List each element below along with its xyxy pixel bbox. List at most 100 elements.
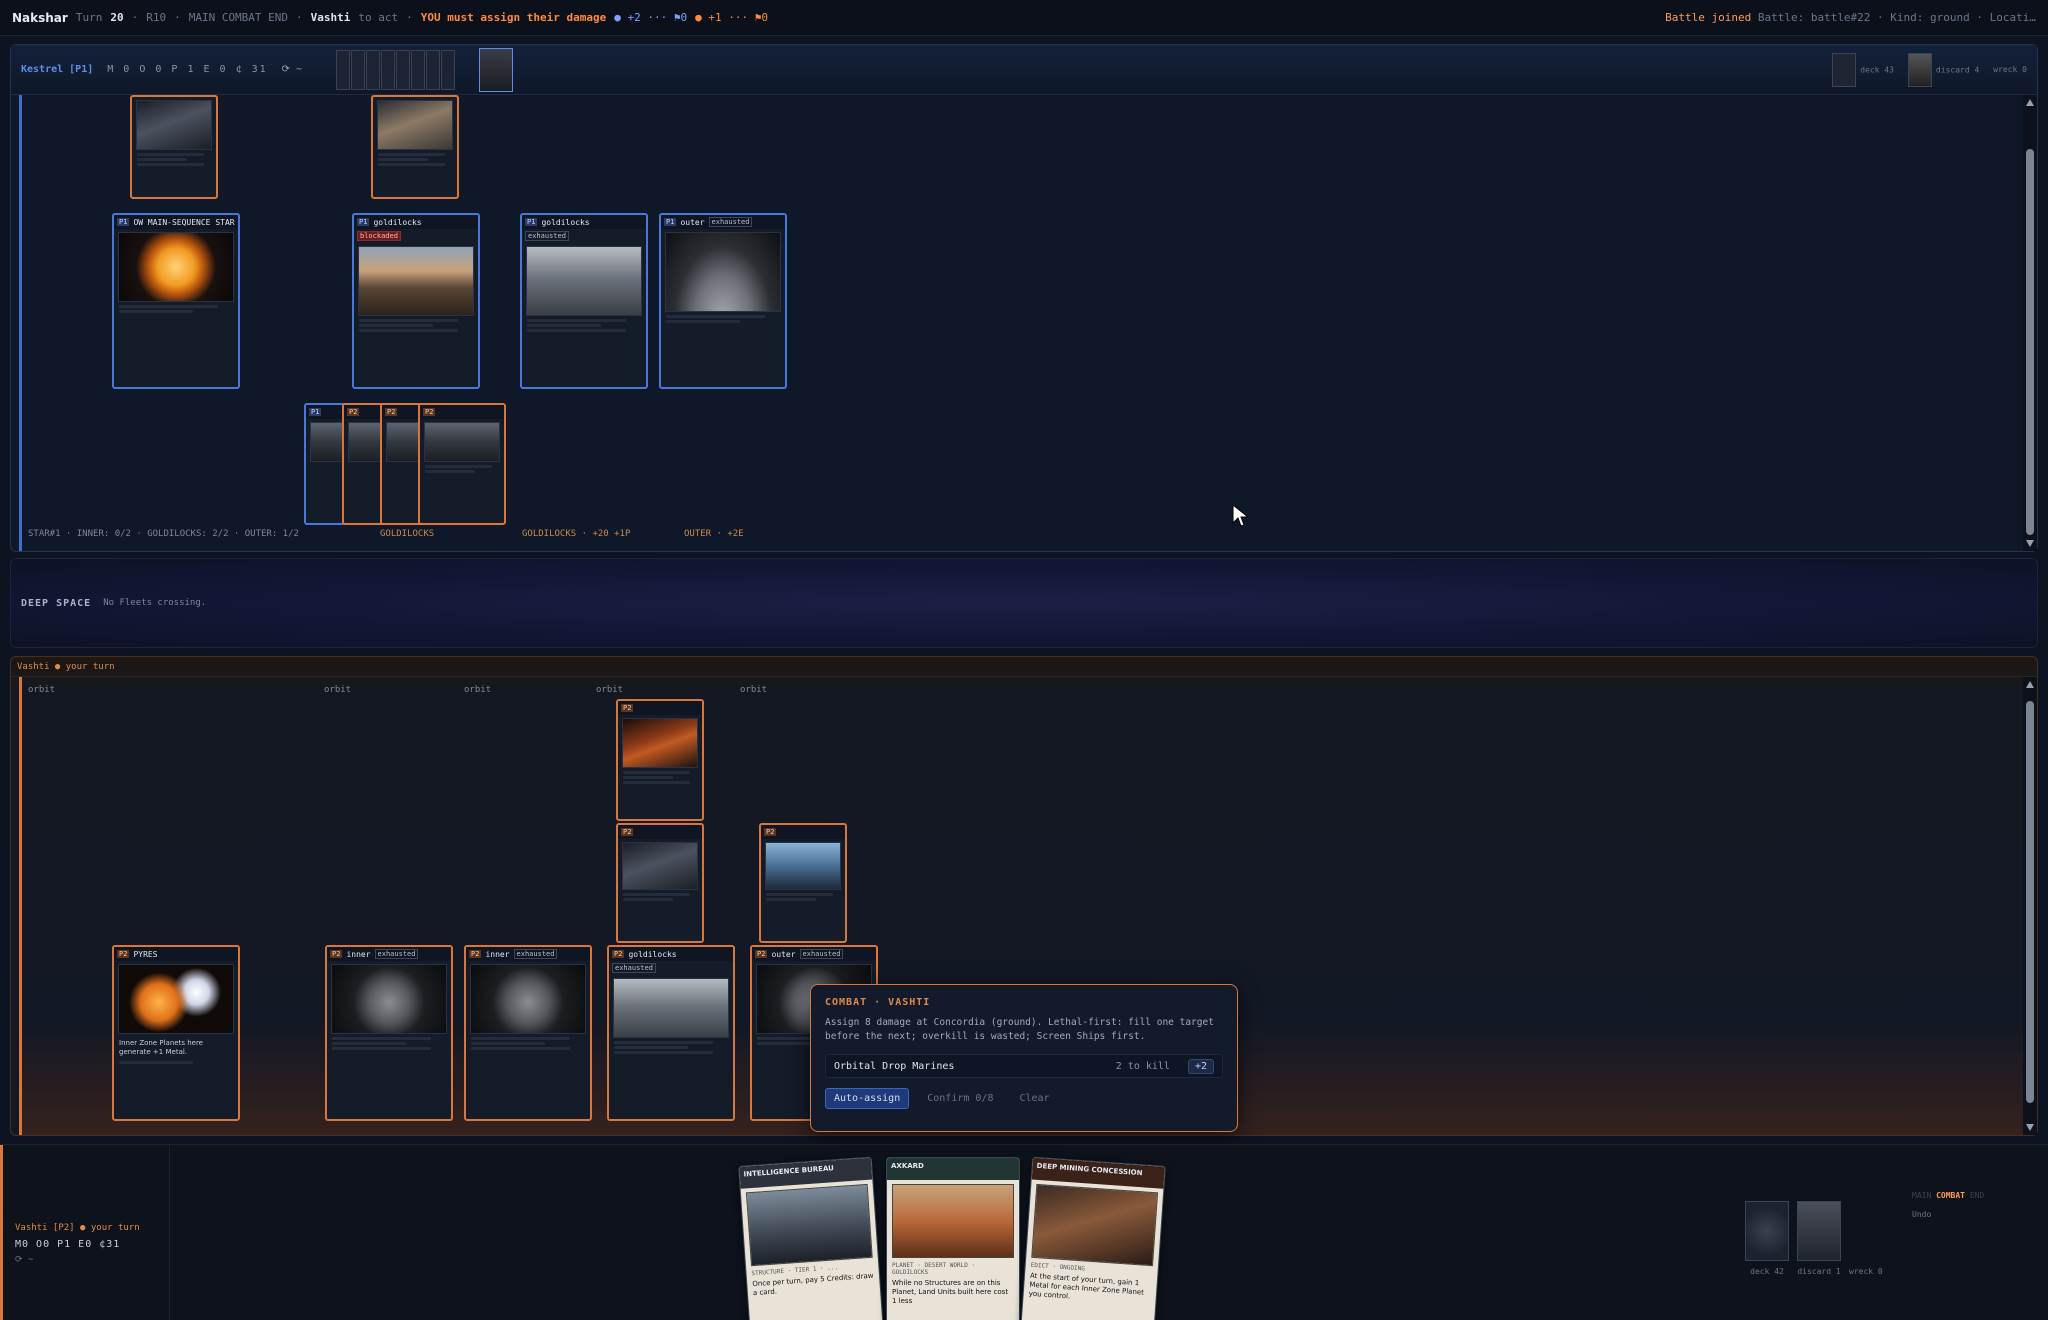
card-art	[331, 964, 447, 1034]
scroll-thumb[interactable]	[2026, 701, 2034, 1103]
orbit-label: orbit	[596, 685, 624, 695]
star-card[interactable]: P1 OW MAIN-SEQUENCE STAR	[112, 213, 240, 389]
zone-label-goldilocks: GOLDILOCKS	[380, 529, 435, 539]
opponent-deck[interactable]: deck 43	[1832, 52, 1894, 87]
planet-card-inner[interactable]: P2 inner exhausted	[464, 945, 592, 1121]
card-art	[765, 842, 841, 890]
card-title: goldilocks	[373, 217, 422, 227]
opponent-hand	[336, 49, 456, 90]
opponent-header: Kestrel [P1] M 0 O 0 P 1 E 0 ¢ 31 ⟳ ~ de…	[11, 45, 2037, 95]
card-art	[622, 842, 698, 890]
player-header: Vashti ● your turn	[11, 657, 2037, 677]
card-title: outer	[771, 949, 796, 959]
hand-card-title: AXKARD	[887, 1158, 1019, 1180]
battle-info: Battle joined Battle: battle#22 · Kind: …	[1665, 11, 2036, 24]
card-art	[377, 100, 453, 150]
opponent-board-scrollbar[interactable]	[2023, 95, 2037, 551]
player-hand-bar: Vashti [P2] ● your turn M0 O0 P1 E0 ¢31 …	[0, 1144, 2048, 1320]
zone-label-outer: OUTER · +2E	[684, 529, 744, 539]
damage-target-row[interactable]: Orbital Drop Marines 2 to kill +2	[825, 1054, 1223, 1078]
card-art	[745, 1183, 873, 1267]
scroll-up-icon[interactable]	[2026, 681, 2034, 688]
combat-description: Assign 8 damage at Concordia (ground). L…	[825, 1017, 1214, 1042]
scroll-up-icon[interactable]	[2026, 99, 2034, 106]
discard-icon	[1797, 1201, 1841, 1261]
target-kill-threshold: 2 to kill	[1115, 1060, 1170, 1072]
planet-card-outer[interactable]: P1 outer exhausted	[659, 213, 787, 389]
scroll-down-icon[interactable]	[2026, 1124, 2034, 1131]
confirm-button[interactable]: Confirm 0/8	[919, 1089, 1001, 1108]
card-art	[1031, 1183, 1159, 1267]
planet-card-goldilocks[interactable]: P1 goldilocks blockaded	[352, 213, 480, 389]
phase-main: MAIN	[1912, 1191, 1932, 1200]
turn-label: Turn	[75, 11, 103, 24]
card-art	[424, 422, 500, 462]
star-summary: STAR#1 · INNER: 0/2 · GOLDILOCKS: 2/2 · …	[28, 529, 299, 539]
deck-icon	[1832, 52, 1857, 87]
clear-button[interactable]: Clear	[1011, 1089, 1057, 1108]
ship-card[interactable]	[371, 95, 459, 199]
planet-card-inner[interactable]: P2 inner exhausted	[325, 945, 453, 1121]
player-discard[interactable]: discard 1	[1797, 1201, 1841, 1276]
active-player-suffix: to act	[358, 11, 399, 24]
star-card-pyres[interactable]: P2 PYRES Inner Zone Planets here generate…	[112, 945, 240, 1121]
player-wreck[interactable]: wreck 0	[1849, 1201, 1883, 1276]
card-art	[118, 964, 234, 1034]
auto-assign-button[interactable]: Auto-assign	[825, 1088, 910, 1109]
card-art	[622, 718, 698, 768]
structure-card[interactable]: P2	[616, 823, 704, 943]
hand-card[interactable]: INTELLIGENCE BUREAU STRUCTURE · TIER 1 ·…	[738, 1156, 884, 1320]
deep-space-title: DEEP SPACE	[21, 597, 92, 609]
player-misc: ⟳ ~	[15, 1255, 34, 1265]
card-art	[386, 422, 422, 462]
scroll-thumb[interactable]	[2026, 149, 2034, 535]
target-name: Orbital Drop Marines	[834, 1060, 955, 1072]
opponent-wreck[interactable]: wreck 0	[1993, 65, 2027, 74]
alert-message: YOU must assign their damage	[420, 11, 607, 24]
card-title: goldilocks	[541, 217, 590, 227]
opponent-revealed-card[interactable]	[479, 47, 514, 92]
card-title: OW MAIN-SEQUENCE STAR	[133, 217, 235, 227]
orbit-label: orbit	[740, 685, 768, 695]
planet-card-goldilocks[interactable]: P2 goldilocks exhausted	[607, 945, 735, 1121]
status-badge: exhausted	[525, 231, 569, 241]
card-art	[665, 232, 781, 312]
status-badge: exhausted	[513, 949, 558, 959]
active-player: Vashti	[310, 11, 351, 24]
card-back	[426, 49, 441, 90]
card-back	[366, 49, 381, 90]
assign-damage-button[interactable]: +2	[1187, 1058, 1214, 1074]
hand-card-text: While no Structures are on this Planet, …	[892, 1279, 1009, 1305]
scroll-down-icon[interactable]	[2026, 540, 2034, 547]
player-piles: deck 42 discard 1 wreck 0	[1745, 1201, 1883, 1276]
unit-card[interactable]: P2	[418, 403, 506, 525]
phase-list: MAIN COMBAT END	[188, 11, 289, 24]
opponent-panel: Kestrel [P1] M 0 O 0 P 1 E 0 ¢ 31 ⟳ ~ de…	[10, 44, 2038, 552]
deep-space-panel: DEEP SPACE No Fleets crossing.	[10, 558, 2038, 648]
ship-card[interactable]: P2	[616, 699, 704, 821]
card-title: inner	[485, 949, 510, 959]
undo-button[interactable]: Undo	[1912, 1210, 1984, 1219]
player-stats: M0 O0 P1 E0 ¢31	[15, 1239, 121, 1250]
card-art	[136, 100, 212, 150]
structure-card[interactable]: P2	[759, 823, 847, 943]
status-badge: exhausted	[612, 963, 656, 973]
card-art	[892, 1184, 1014, 1258]
opponent-discard[interactable]: discard 4	[1907, 52, 1979, 87]
ship-card[interactable]	[130, 95, 218, 199]
combat-title: COMBAT · VASHTI	[825, 997, 931, 1008]
card-title: outer	[680, 217, 705, 227]
orbit-label: orbit	[28, 685, 56, 695]
player-deck[interactable]: deck 42	[1745, 1201, 1789, 1276]
player-name: Vashti [P2] ● your turn	[15, 1223, 140, 1233]
card-back	[441, 49, 456, 90]
player-board-scrollbar[interactable]	[2023, 677, 2037, 1135]
planet-card-goldilocks[interactable]: P1 goldilocks exhausted	[520, 213, 648, 389]
card-title: goldilocks	[628, 949, 677, 959]
card-art	[526, 246, 642, 316]
opponent-piles: deck 43 discard 4 wreck 0	[1832, 52, 2027, 87]
deck-icon	[1745, 1201, 1789, 1261]
card-art	[118, 232, 234, 302]
hand-card[interactable]: DEEP MINING CONCESSION EDICT · ONGOING A…	[1020, 1156, 1166, 1320]
hand-card[interactable]: AXKARD PLANET · DESERT WORLD · GOLDILOCK…	[886, 1157, 1020, 1320]
